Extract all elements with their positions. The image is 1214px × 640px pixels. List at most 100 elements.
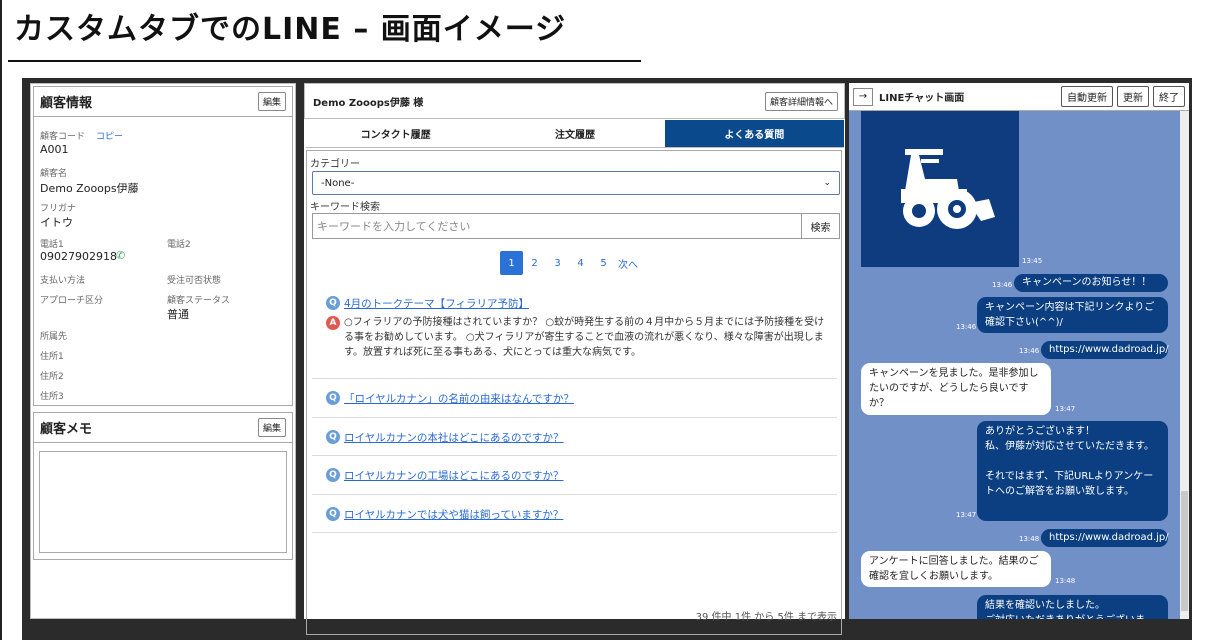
end-button[interactable]: 終了 bbox=[1153, 86, 1185, 107]
keyword-label: キーワード検索 bbox=[310, 202, 380, 213]
chat-scrollbar[interactable] bbox=[1180, 111, 1189, 619]
kana-value: イトウ bbox=[40, 216, 73, 229]
faq-item: Q 「ロイヤルカナン」の名前の由来はなんですか？ bbox=[312, 379, 837, 418]
incoming-message: アンケートに回答しました。結果のご確認を宜しくお願いします。 bbox=[861, 551, 1051, 587]
message-time: 13:46 bbox=[956, 323, 977, 331]
memo-edit-button[interactable]: 編集 bbox=[257, 418, 286, 437]
name-value: Demo Zooops伊藤 bbox=[40, 182, 139, 195]
outgoing-message: キャンペーンのお知らせ！！ bbox=[1014, 274, 1168, 292]
page-1[interactable]: 1 bbox=[500, 251, 523, 275]
payment-label: 支払い方法 bbox=[40, 276, 86, 286]
refresh-button[interactable]: 更新 bbox=[1117, 86, 1149, 107]
code-value: A001 bbox=[40, 143, 69, 156]
next-page[interactable]: 次へ bbox=[615, 251, 641, 275]
code-label: 顧客コード bbox=[40, 132, 86, 142]
faq-question[interactable]: 「ロイヤルカナン」の名前の由来はなんですか？ bbox=[344, 391, 574, 406]
page-3[interactable]: 3 bbox=[546, 251, 569, 275]
faq-question[interactable]: ロイヤルカナンの本社はどこにあるのですか？ bbox=[344, 430, 564, 445]
phone1-value: 09027902918 bbox=[40, 250, 117, 263]
outgoing-message: ありがとうございます！ 私、伊藤が対応させていただきます。 それではまず、下記U… bbox=[977, 421, 1168, 521]
message-time: 13:48 bbox=[1019, 535, 1040, 543]
faq-content: カテゴリー -None- ⌄ キーワード検索 キーワードを入力してください 検索… bbox=[306, 150, 842, 635]
keyword-input[interactable]: キーワードを入力してください bbox=[312, 213, 802, 239]
scrollbar-thumb[interactable] bbox=[1181, 491, 1188, 611]
message-time: 13:47 bbox=[956, 511, 977, 519]
result-count: 39 件中 1件 から 5件 まで表示 bbox=[695, 612, 837, 623]
customer-info-header: 顧客情報 編集 bbox=[34, 87, 292, 117]
slide-title: カスタムタブでのLINE – 画面イメージ bbox=[14, 12, 567, 47]
address1-label: 住所1 bbox=[40, 352, 64, 362]
faq-item: Q ロイヤルカナンの工場はどこにあるのですか？ bbox=[312, 456, 837, 495]
customer-panel: 顧客情報 編集 顧客コード コピー A001 顧客名 Demo Zooops伊藤… bbox=[30, 83, 296, 619]
line-chat-panel: → LINEチャット画面 自動更新 更新 終了 13:45 13:46 キャンペ… bbox=[849, 83, 1189, 619]
message-time: 13:48 bbox=[1055, 577, 1076, 585]
faq-item: Q ロイヤルカナンでは犬や猫は飼っていますか？ bbox=[312, 495, 837, 533]
faq-panel: Demo Zooops伊藤 様 顧客詳細情報へ コンタクト履歴 注文履歴 よくあ… bbox=[304, 83, 845, 635]
tractor-icon bbox=[901, 149, 995, 229]
approach-label: アプローチ区分 bbox=[40, 296, 104, 306]
faq-question[interactable]: ロイヤルカナンでは犬や猫は飼っていますか？ bbox=[344, 507, 563, 522]
question-icon: Q bbox=[326, 391, 340, 405]
title-underline bbox=[8, 60, 641, 62]
message-time: 13:46 bbox=[1019, 347, 1040, 355]
memo-title: 顧客メモ bbox=[40, 422, 93, 437]
answer-icon: A bbox=[326, 316, 340, 330]
order-status-label: 受注可否状態 bbox=[167, 276, 222, 286]
kana-label: フリガナ bbox=[40, 204, 77, 214]
slide-left-border bbox=[0, 0, 2, 640]
memo-textarea[interactable] bbox=[39, 451, 287, 553]
page-4[interactable]: 4 bbox=[569, 251, 592, 275]
customer-status-value: 普通 bbox=[167, 308, 189, 321]
chat-header: → LINEチャット画面 自動更新 更新 終了 bbox=[849, 83, 1189, 111]
question-icon: Q bbox=[326, 430, 340, 444]
outgoing-message: https://www.dadroad.jp/ bbox=[1041, 529, 1169, 547]
phone2-label: 電話2 bbox=[167, 240, 191, 250]
search-button[interactable]: 検索 bbox=[801, 213, 840, 239]
customer-status-label: 顧客ステータス bbox=[167, 296, 231, 306]
phone-icon[interactable]: ✆ bbox=[116, 249, 125, 262]
address3-label: 住所3 bbox=[40, 392, 64, 402]
phone1-label: 電話1 bbox=[40, 240, 64, 250]
middle-header: Demo Zooops伊藤 様 顧客詳細情報へ bbox=[304, 83, 845, 119]
tab-contact-history[interactable]: コンタクト履歴 bbox=[306, 120, 486, 147]
faq-question[interactable]: 4月のトークテーマ【フィラリア予防】 bbox=[344, 296, 529, 311]
message-time: 13:45 bbox=[1022, 257, 1043, 265]
faq-answer: ○フィラリアの予防接種はされていますか？ ○蚊が時発生する前の４月中から５月まで… bbox=[344, 317, 825, 358]
faq-item: Q ロイヤルカナンの本社はどこにあるのですか？ bbox=[312, 418, 837, 456]
category-select[interactable]: -None- ⌄ bbox=[312, 171, 840, 195]
customer-name-heading: Demo Zooops伊藤 様 bbox=[313, 97, 424, 109]
auto-refresh-button[interactable]: 自動更新 bbox=[1061, 86, 1113, 107]
memo-header: 顧客メモ 編集 bbox=[34, 413, 292, 443]
customer-info-title: 顧客情報 bbox=[40, 96, 93, 111]
affiliation-label: 所属先 bbox=[40, 332, 68, 342]
outgoing-message: 結果を確認いたしました。 ご対応いただきありがとうございま bbox=[977, 595, 1168, 619]
message-time: 13:47 bbox=[1055, 405, 1076, 413]
customer-detail-button[interactable]: 顧客詳細情報へ bbox=[764, 91, 838, 111]
chat-messages[interactable]: 13:45 13:46 キャンペーンのお知らせ！！ 13:46 キャンペーン内容… bbox=[849, 111, 1180, 619]
name-label: 顧客名 bbox=[40, 169, 68, 179]
message-time: 13:46 bbox=[992, 281, 1013, 289]
question-icon: Q bbox=[326, 507, 340, 521]
tab-bar: コンタクト履歴 注文履歴 よくある質問 bbox=[306, 120, 844, 148]
faq-question[interactable]: ロイヤルカナンの工場はどこにあるのですか？ bbox=[344, 468, 564, 483]
memo-box: 顧客メモ 編集 bbox=[33, 412, 293, 560]
page-5[interactable]: 5 bbox=[592, 251, 615, 275]
outgoing-message: キャンペーン内容は下記リンクよりご確認下さい(^^)/ bbox=[977, 297, 1168, 333]
chat-title: LINEチャット画面 bbox=[879, 93, 965, 104]
address2-label: 住所2 bbox=[40, 372, 64, 382]
customer-info-box: 顧客情報 編集 顧客コード コピー A001 顧客名 Demo Zooops伊藤… bbox=[33, 86, 293, 406]
arrow-right-icon[interactable]: → bbox=[853, 87, 873, 106]
tab-faq[interactable]: よくある質問 bbox=[664, 120, 844, 147]
incoming-message: キャンペーンを見ました。是非参加したいのですが、どうしたら良いですか？ bbox=[861, 363, 1051, 415]
category-value: -None- bbox=[321, 177, 355, 189]
image-message[interactable] bbox=[861, 111, 1019, 267]
tab-order-history[interactable]: 注文履歴 bbox=[485, 120, 665, 147]
customer-edit-button[interactable]: 編集 bbox=[257, 92, 286, 111]
pagination: 1 2 3 4 5 次へ bbox=[500, 251, 641, 275]
page-2[interactable]: 2 bbox=[523, 251, 546, 275]
copy-link[interactable]: コピー bbox=[96, 129, 123, 142]
outgoing-message: https://www.dadroad.jp/ bbox=[1041, 341, 1169, 359]
category-label: カテゴリー bbox=[310, 159, 360, 170]
faq-item: Q 4月のトークテーマ【フィラリア予防】 A ○フィラリアの予防接種はされていま… bbox=[312, 291, 837, 379]
question-icon: Q bbox=[326, 468, 340, 482]
